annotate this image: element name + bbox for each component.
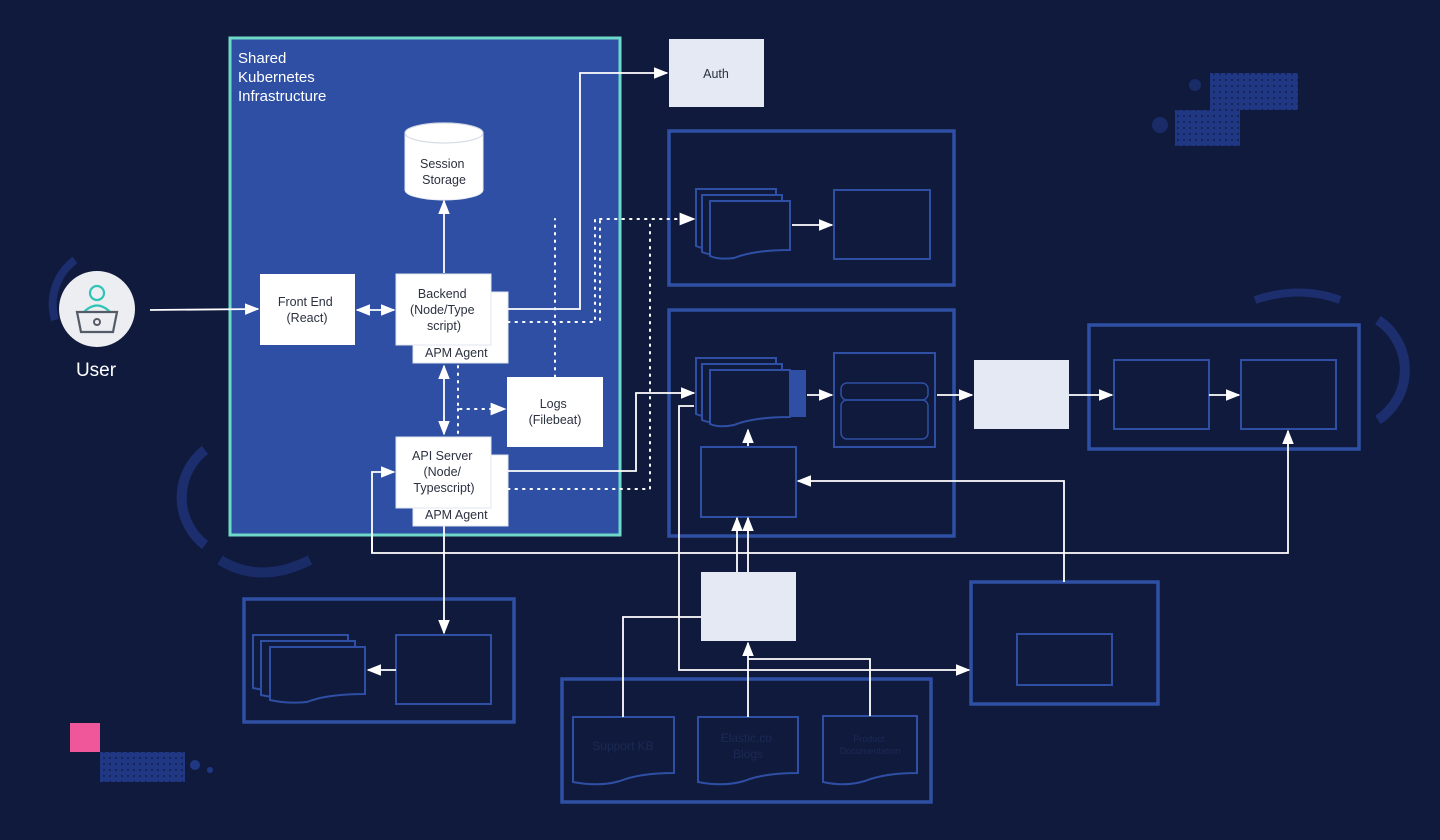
inner-pill <box>840 399 929 440</box>
front-end-node[interactable]: Front End (React) <box>260 274 355 345</box>
api-apm-agent-label: APM Agent <box>425 508 488 522</box>
document-stack-icon <box>695 188 791 260</box>
document-stack-icon <box>695 357 806 428</box>
inner-box <box>1016 633 1113 686</box>
api-server-node[interactable]: APM Agent API Server (Node/ Typescript) <box>395 436 509 527</box>
inner-box <box>700 446 797 518</box>
svg-text:Support KB: Support KB <box>592 739 653 753</box>
inner-box <box>1240 359 1337 430</box>
inner-box <box>1113 359 1210 430</box>
source-doc-elastic-blogs[interactable]: Elastic.co Blogs <box>697 716 799 786</box>
inner-box <box>395 634 492 705</box>
inner-box <box>833 189 931 260</box>
source-doc-product-docs[interactable]: Product Documentation <box>822 715 918 786</box>
inner-pill <box>840 382 929 401</box>
document-stack-icon <box>252 634 366 704</box>
source-doc-support-kb[interactable]: Support KB <box>572 716 675 786</box>
crawler-box[interactable] <box>701 572 796 641</box>
auth-node[interactable]: Auth <box>669 39 764 107</box>
svg-text:Auth: Auth <box>703 67 729 81</box>
user-node[interactable]: User <box>59 271 135 381</box>
output-container-right <box>1087 323 1361 451</box>
logs-filebeat-node[interactable]: Logs (Filebeat) <box>507 377 603 447</box>
backend-node[interactable]: APM Agent Backend (Node/Type script) <box>395 273 509 364</box>
embedding-box[interactable] <box>974 360 1069 429</box>
user-label: User <box>76 360 117 381</box>
architecture-diagram: Shared Kubernetes Infrastructure User Se… <box>48 36 1410 804</box>
backend-apm-agent-label: APM Agent <box>425 346 488 360</box>
pink-accent-square <box>70 723 100 752</box>
session-storage-node[interactable]: Session Storage <box>404 122 484 201</box>
